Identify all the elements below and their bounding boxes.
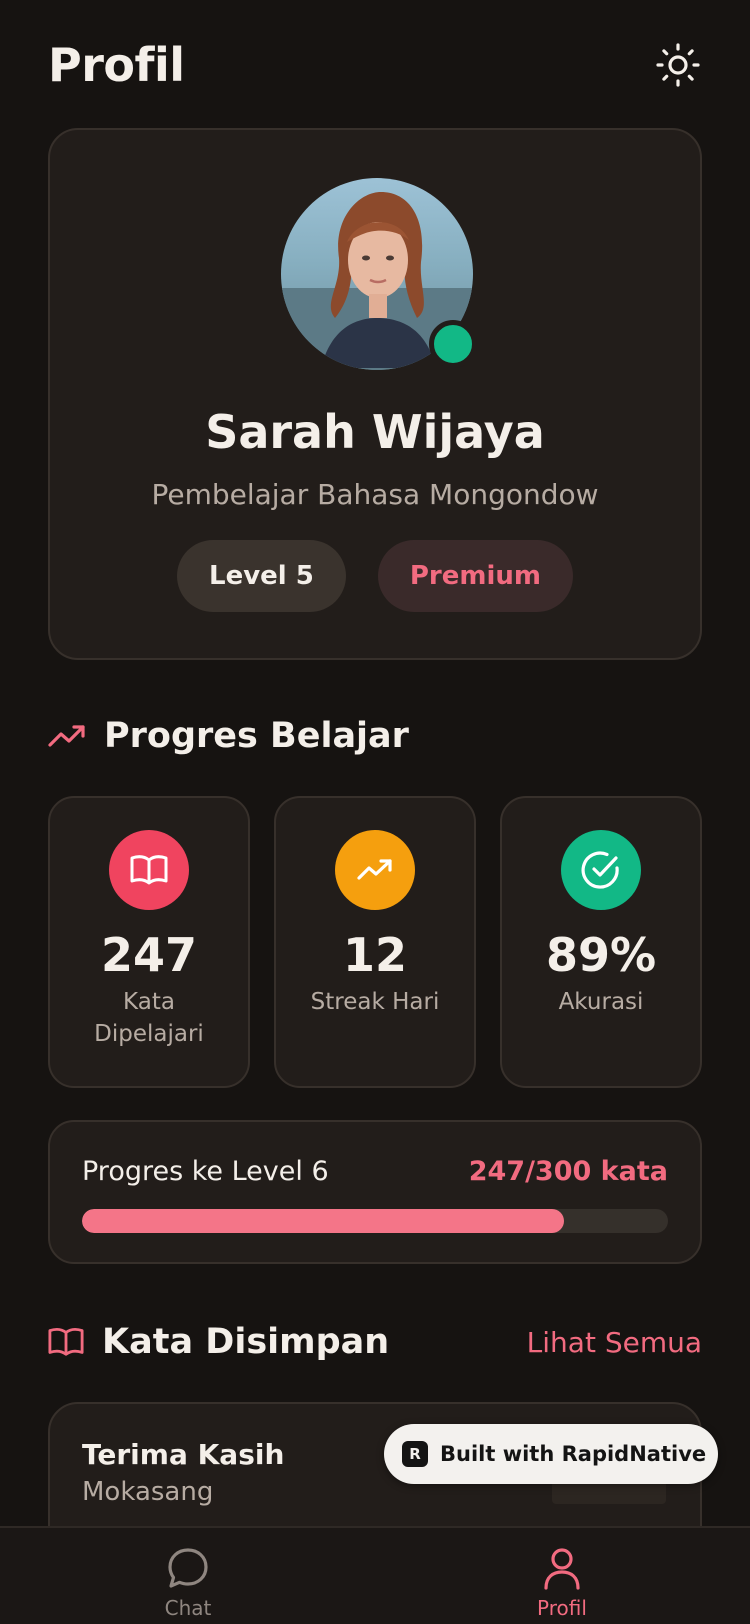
profile-name: Sarah Wijaya xyxy=(205,405,545,459)
stat-card-streak[interactable]: 12 Streak Hari xyxy=(274,796,476,1088)
header: Profil xyxy=(48,30,702,100)
stat-icon-circle xyxy=(109,830,189,910)
sun-icon xyxy=(656,43,700,87)
trending-up-icon xyxy=(357,859,392,880)
check-circle-icon xyxy=(581,851,619,889)
stat-value: 247 xyxy=(100,928,198,982)
saved-section-header: Kata Disimpan Lihat Semua xyxy=(48,1317,702,1367)
online-status-dot xyxy=(429,320,477,368)
rapidnative-logo-icon: R xyxy=(402,1441,428,1467)
premium-badge[interactable]: Premium xyxy=(377,540,573,612)
user-icon xyxy=(544,1548,580,1590)
progress-section-title: Progres Belajar xyxy=(104,716,409,756)
book-open-icon xyxy=(130,855,168,885)
stat-card-accuracy[interactable]: 89% Akurasi xyxy=(500,796,702,1088)
badge-row: Level 5 Premium xyxy=(50,540,700,612)
avatar-wrapper xyxy=(281,178,477,370)
trending-up-icon xyxy=(48,725,85,747)
built-with-text: Built with RapidNative xyxy=(440,1442,707,1466)
book-open-icon xyxy=(48,1327,84,1356)
level-badge: Level 5 xyxy=(177,540,346,612)
profile-card: Sarah Wijaya Pembelajar Bahasa Mongondow… xyxy=(48,128,702,660)
stat-value: 12 xyxy=(342,928,407,982)
chat-bubble-icon xyxy=(168,1548,208,1588)
stat-icon-circle xyxy=(335,830,415,910)
stat-label: Streak Hari xyxy=(310,989,440,1015)
tab-label: Chat xyxy=(164,1596,212,1620)
built-with-badge[interactable]: R Built with RapidNative xyxy=(384,1424,718,1484)
progress-section-header: Progres Belajar xyxy=(48,711,702,761)
progress-bar-track xyxy=(82,1209,668,1233)
stat-label: Kata Dipelajari xyxy=(94,989,204,1047)
progress-bar-fill xyxy=(82,1209,565,1233)
stat-icon-circle xyxy=(561,830,641,910)
level-progress-card: Progres ke Level 6 247/300 kata xyxy=(48,1120,702,1264)
stat-card-words[interactable]: 247 Kata Dipelajari xyxy=(48,796,250,1088)
level-progress-label: Progres ke Level 6 xyxy=(82,1156,329,1187)
level-progress-count: 247/300 kata xyxy=(468,1156,668,1187)
theme-toggle-button[interactable] xyxy=(654,41,702,89)
tab-profil[interactable]: Profil xyxy=(502,1546,622,1620)
profile-subtitle: Pembelajar Bahasa Mongondow xyxy=(151,478,599,511)
tab-label: Profil xyxy=(537,1596,587,1620)
page-title: Profil xyxy=(48,38,185,92)
see-all-link[interactable]: Lihat Semua xyxy=(527,1326,702,1359)
saved-section-title: Kata Disimpan xyxy=(102,1322,390,1362)
stat-value: 89% xyxy=(545,928,657,982)
stat-label: Akurasi xyxy=(558,989,644,1015)
bottom-tab-bar: Chat Profil xyxy=(0,1526,750,1624)
stats-row: 247 Kata Dipelajari 12 Streak Hari 89% A… xyxy=(48,796,702,1088)
tab-chat[interactable]: Chat xyxy=(128,1546,248,1620)
